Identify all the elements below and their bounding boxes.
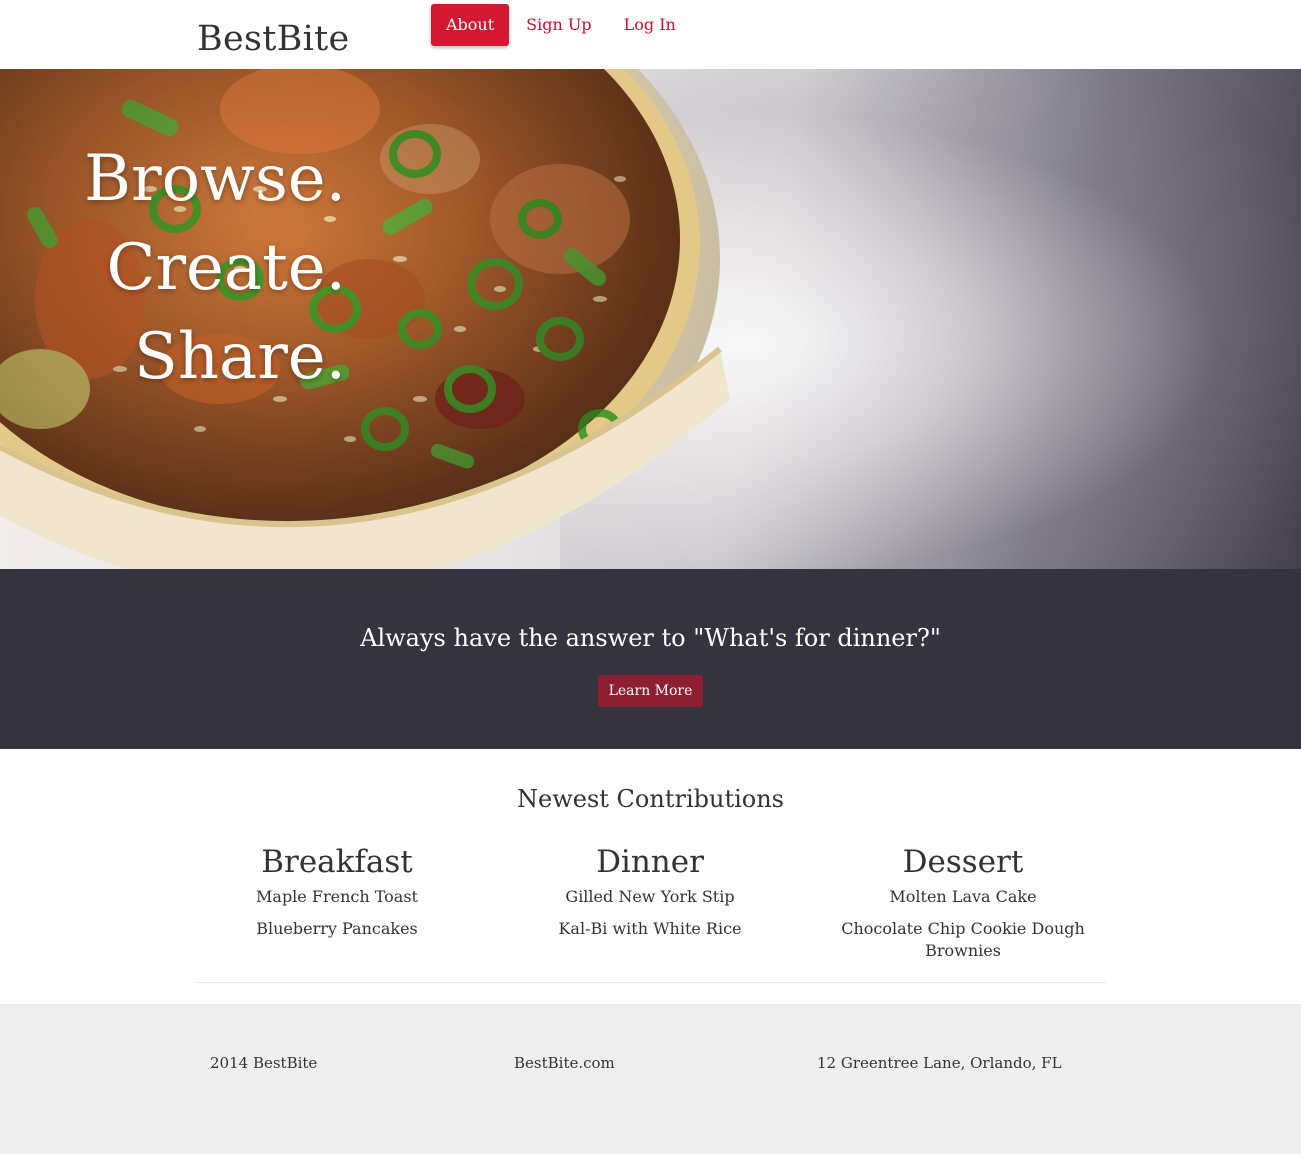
footer-copyright: 2014 BestBite [210,1054,318,1072]
dinner-column: Dinner Gilled New York Stip Kal-Bi with … [500,840,800,950]
nav-signup-link[interactable]: Sign Up [511,4,606,46]
recipe-link[interactable]: Blueberry Pancakes [187,918,487,940]
recipe-link[interactable]: Chocolate Chip Cookie Dough Brownies [813,918,1113,962]
dessert-column: Dessert Molten Lava Cake Chocolate Chip … [813,840,1113,972]
footer: 2014 BestBite BestBite.com 12 Greentree … [0,1004,1301,1154]
main-nav: About Sign Up Log In [431,4,693,46]
recipe-link[interactable]: Maple French Toast [187,886,487,908]
footer-site-link[interactable]: BestBite.com [514,1054,615,1072]
newest-contributions-title: Newest Contributions [517,785,784,813]
recipe-link[interactable]: Kal-Bi with White Rice [500,918,800,940]
top-navbar: BestBite About Sign Up Log In [0,0,1301,69]
column-heading-breakfast: Breakfast [261,844,413,880]
learn-more-button[interactable]: Learn More [598,675,703,707]
recipe-link[interactable]: Molten Lava Cake [813,886,1113,908]
breakfast-column: Breakfast Maple French Toast Blueberry P… [187,840,487,950]
section-divider [196,982,1106,983]
nav-about-link[interactable]: About [431,4,510,46]
column-heading-dinner: Dinner [596,844,704,880]
column-heading-dessert: Dessert [902,844,1024,880]
hero-banner: Browse. Create. Share. [0,69,1301,569]
brand-logo[interactable]: BestBite [197,16,350,62]
cta-title: Always have the answer to "What's for di… [360,624,941,652]
hero-tagline: Browse. Create. Share. [0,135,346,402]
hero-line-share: Share. [133,320,346,394]
hero-line-browse: Browse. [84,142,346,216]
cta-band: Always have the answer to "What's for di… [0,569,1301,749]
recipe-link[interactable]: Gilled New York Stip [500,886,800,908]
nav-login-link[interactable]: Log In [609,4,691,46]
hero-line-create: Create. [106,231,346,305]
footer-address: 12 Greentree Lane, Orlando, FL [817,1054,1062,1072]
